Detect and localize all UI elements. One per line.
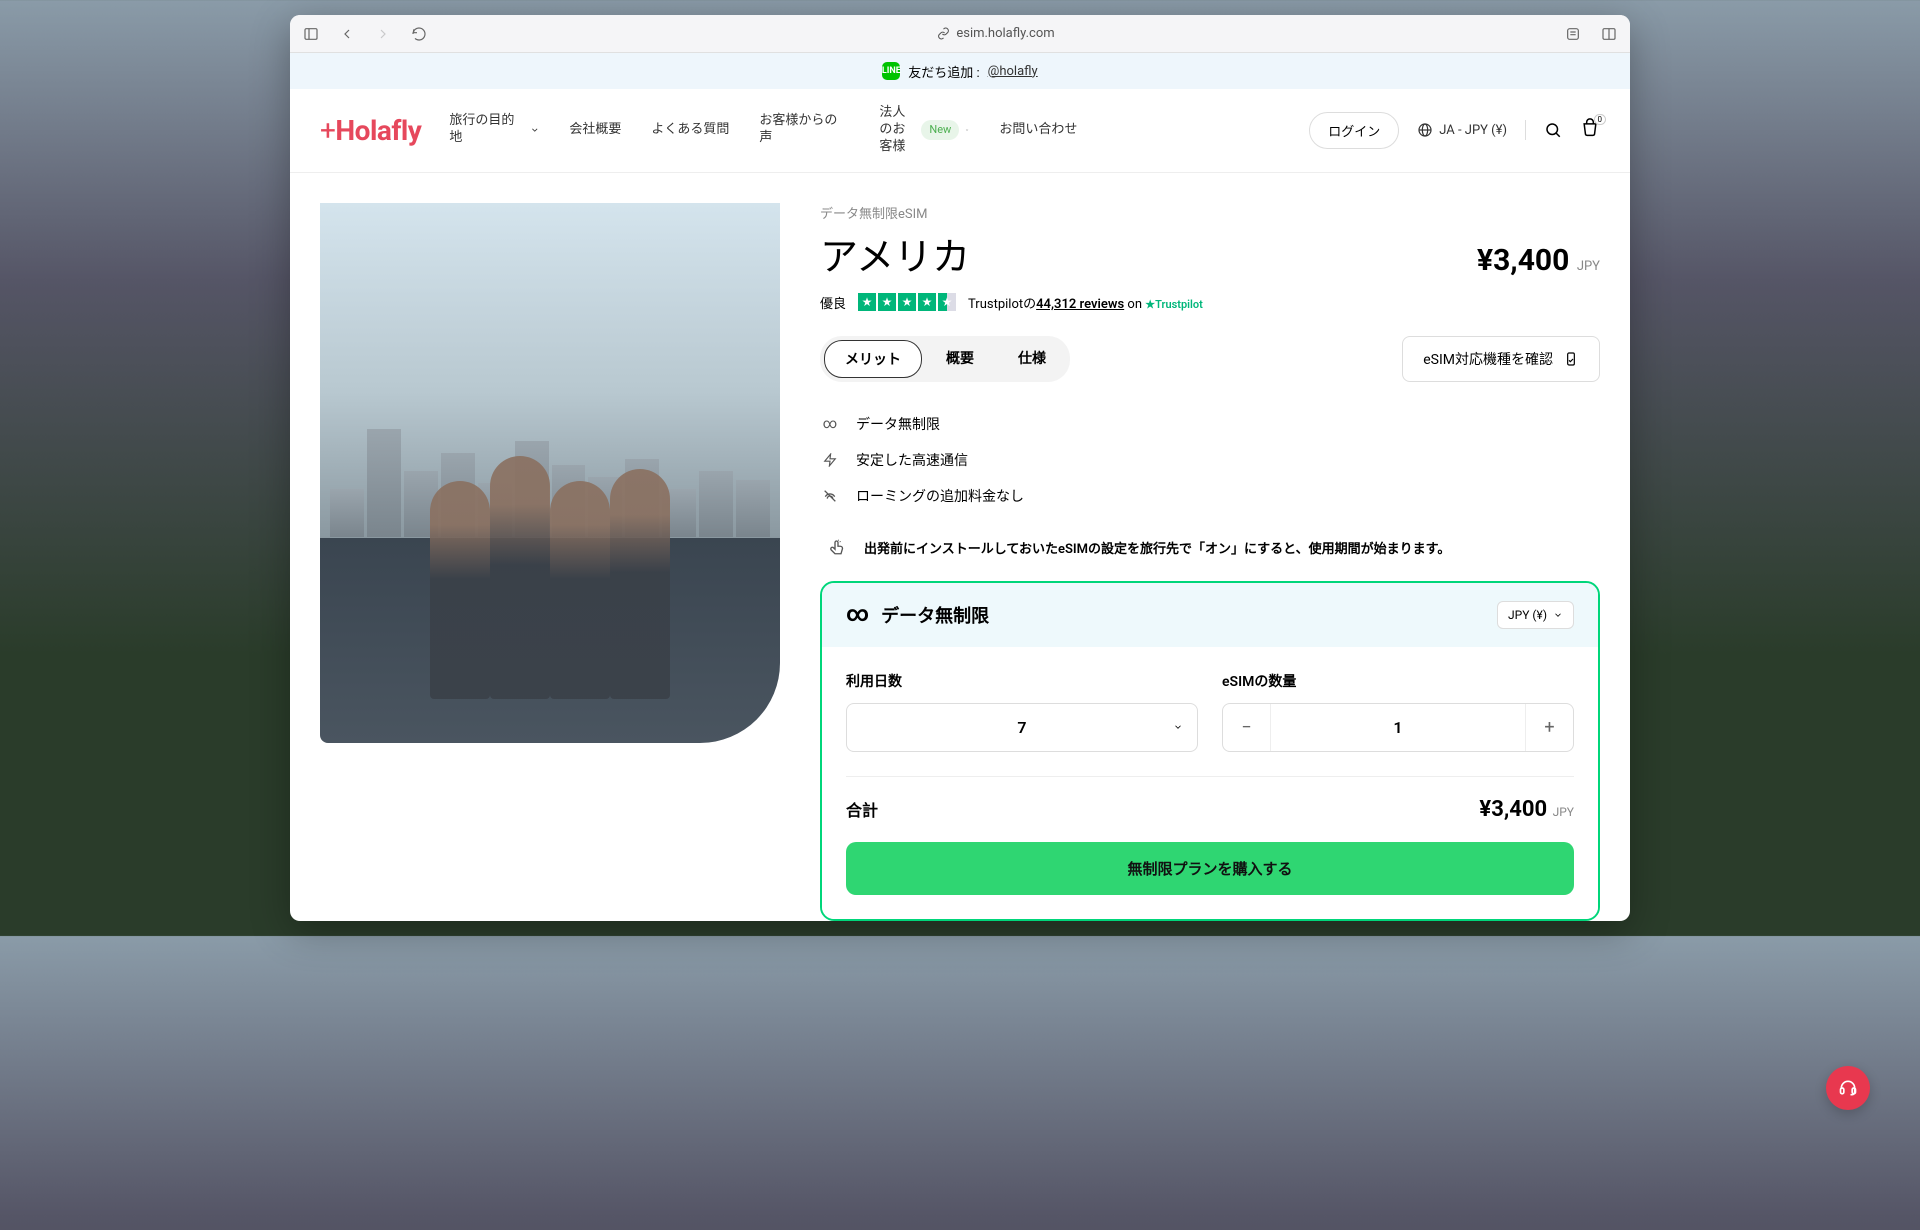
line-icon: LINE	[882, 62, 900, 80]
qty-value: 1	[1271, 704, 1525, 751]
feature-unlimited: ∞データ無制限	[820, 406, 1600, 442]
days-selector[interactable]: 7	[846, 703, 1198, 752]
locale-text: JA - JPY (¥)	[1439, 123, 1507, 138]
url-text: esim.holafly.com	[956, 26, 1054, 41]
check-device-button[interactable]: eSIM対応機種を確認	[1402, 336, 1600, 382]
tap-icon	[828, 538, 848, 557]
plan-box: ∞データ無制限 JPY (¥) 利用日数 7 eSIMの数量 −	[820, 581, 1600, 921]
sidebar-toggle-icon[interactable]	[302, 25, 320, 43]
tabs-icon[interactable]	[1600, 25, 1618, 43]
nav-business[interactable]: 法人のお客様New	[879, 105, 969, 156]
product-title: アメリカ	[820, 226, 970, 281]
install-note: 出発前にインストールしておいたeSIMの設定を旅行先で「オン」にすると、使用期間…	[820, 538, 1600, 557]
new-badge: New	[921, 120, 959, 140]
nav-reviews[interactable]: お客様からの声	[759, 105, 849, 156]
feature-speed: 安定した高速通信	[820, 442, 1600, 478]
login-button[interactable]: ログイン	[1309, 112, 1399, 149]
days-label: 利用日数	[846, 671, 1198, 691]
quantity-stepper: − 1 +	[1222, 703, 1574, 752]
tab-merit[interactable]: メリット	[824, 340, 922, 378]
product-price: ¥3,400 JPY	[1477, 243, 1600, 278]
divider	[1525, 120, 1526, 140]
main-nav: 旅行の目的地 会社概要 よくある質問 お客様からの声 法人のお客様New お問い…	[449, 105, 1281, 156]
forward-icon[interactable]	[374, 25, 392, 43]
nav-faq[interactable]: よくある質問	[651, 105, 729, 156]
chevron-down-icon	[530, 125, 540, 135]
back-icon[interactable]	[338, 25, 356, 43]
infinity-icon: ∞	[820, 416, 840, 432]
rating-label: 優良	[820, 293, 846, 312]
cart-button[interactable]: 0	[1580, 118, 1600, 142]
infinity-icon: ∞	[846, 602, 869, 627]
headset-icon	[1838, 1078, 1858, 1098]
product-image	[320, 203, 780, 743]
chevron-down-icon	[1553, 610, 1563, 620]
feature-list: ∞データ無制限 安定した高速通信 ローミングの追加料金なし	[820, 406, 1600, 514]
chevron-down-icon	[1173, 722, 1183, 732]
url-bar[interactable]: esim.holafly.com	[446, 26, 1546, 41]
locale-selector[interactable]: JA - JPY (¥)	[1417, 122, 1507, 138]
tab-group: メリット 概要 仕様	[820, 336, 1070, 382]
qty-label: eSIMの数量	[1222, 671, 1574, 691]
tab-overview[interactable]: 概要	[926, 340, 994, 378]
no-roaming-icon	[820, 488, 840, 504]
total-label: 合計	[846, 797, 878, 821]
bolt-icon	[820, 453, 840, 467]
tab-spec[interactable]: 仕様	[998, 340, 1066, 378]
qty-decrease-button[interactable]: −	[1223, 704, 1271, 751]
chevron-down-icon	[965, 125, 969, 135]
cart-count: 0	[1594, 114, 1607, 125]
feature-roaming: ローミングの追加料金なし	[820, 478, 1600, 514]
announce-link[interactable]: @holafly	[988, 64, 1038, 79]
announcement-bar: LINE 友だち追加 : @holafly	[290, 53, 1630, 89]
reader-icon[interactable]	[1564, 25, 1582, 43]
announce-text: 友だち追加 :	[908, 62, 979, 81]
trustpilot-row: 優良 ★★★★★ Trustpilotの44,312 reviews on ★T…	[820, 293, 1600, 312]
site-header: Holafly 旅行の目的地 会社概要 よくある質問 お客様からの声 法人のお客…	[290, 89, 1630, 173]
currency-selector[interactable]: JPY (¥)	[1497, 601, 1574, 629]
support-fab[interactable]	[1826, 1066, 1870, 1110]
trustpilot-text[interactable]: Trustpilotの44,312 reviews on ★Trustpilot	[968, 293, 1203, 312]
globe-icon	[1417, 122, 1433, 138]
reload-icon[interactable]	[410, 25, 428, 43]
qty-increase-button[interactable]: +	[1525, 704, 1573, 751]
link-icon	[937, 27, 950, 40]
total-price: ¥3,400 JPY	[1479, 797, 1574, 822]
star-rating: ★★★★★	[858, 293, 956, 311]
plan-title: ∞データ無制限	[846, 602, 989, 628]
nav-destinations[interactable]: 旅行の目的地	[449, 105, 539, 156]
search-icon[interactable]	[1544, 121, 1562, 139]
product-subtitle: データ無制限eSIM	[820, 203, 1600, 222]
logo[interactable]: Holafly	[320, 114, 421, 147]
device-check-icon	[1563, 351, 1579, 367]
check-device-label: eSIM対応機種を確認	[1423, 349, 1553, 369]
nav-contact[interactable]: お問い合わせ	[999, 105, 1077, 156]
nav-company[interactable]: 会社概要	[569, 105, 621, 156]
browser-toolbar: esim.holafly.com	[290, 15, 1630, 53]
buy-button[interactable]: 無制限プランを購入する	[846, 842, 1574, 895]
